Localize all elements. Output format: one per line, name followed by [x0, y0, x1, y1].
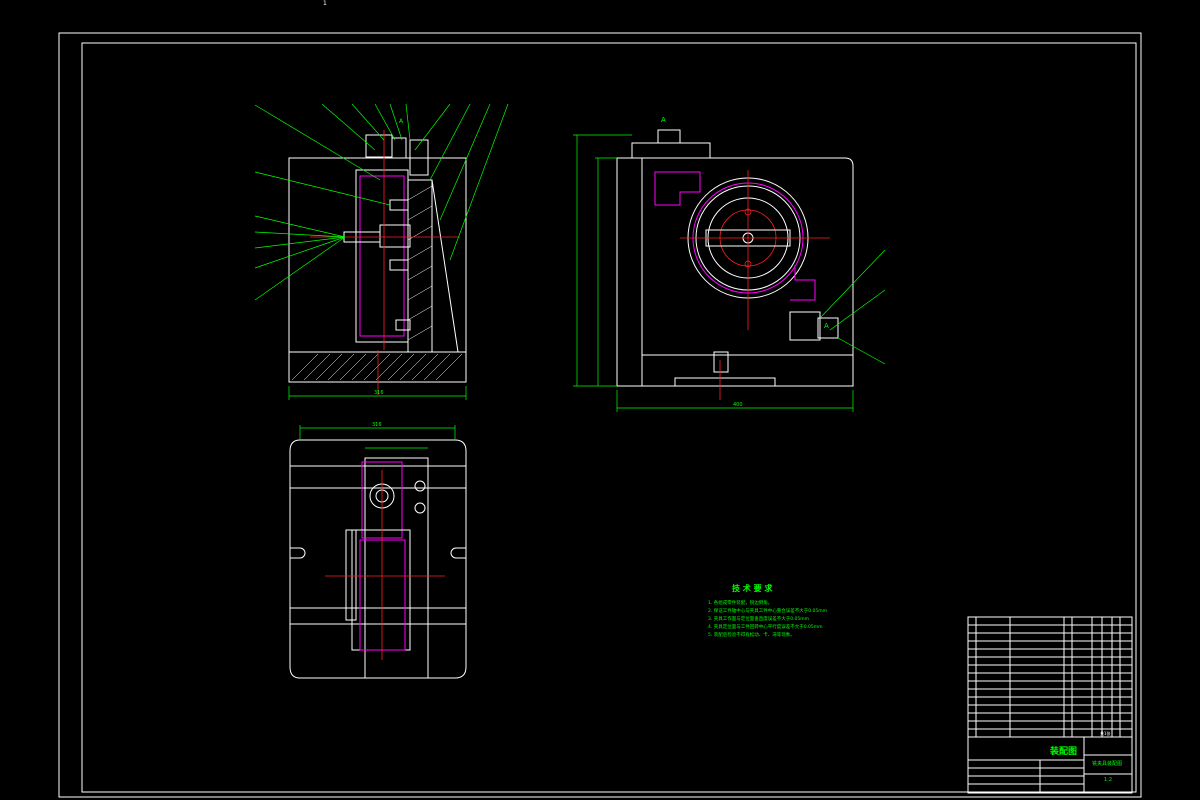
svg-text:316: 316 — [372, 422, 382, 428]
wall-hatch — [407, 185, 433, 341]
leader-lines — [254, 103, 509, 301]
svg-text:400: 400 — [733, 402, 743, 408]
sheet-label: 共1张 — [1100, 731, 1111, 736]
cad-drawing: 316 400 A A 316 — [58, 32, 1142, 798]
front-view-label: A — [399, 118, 404, 125]
tech-req-item: 3. 夹具工作面与定位面垂直度误差不大于0.05mm — [708, 617, 810, 622]
drawing-name: 装配图 — [1050, 747, 1078, 757]
company-name: 铣夹具装配图 — [1092, 761, 1123, 767]
top-view: 316 — [289, 422, 467, 679]
svg-text:A: A — [824, 322, 829, 330]
svg-text:316: 316 — [374, 390, 384, 396]
base-hatch — [291, 353, 463, 381]
front-section-view: 316 — [254, 103, 509, 400]
inner-frame — [81, 42, 1137, 793]
tech-req-item: 5. 装配后检验不得有松动、卡、滞等现象。 — [708, 633, 795, 638]
side-view: 400 A A — [573, 116, 886, 412]
tech-req-item: 2. 保证工件轴中心与夹具工件中心重合误差不大于0.05mm — [708, 609, 828, 614]
tech-req-item: 1. 各组成零件装配，锐边倒角。 — [708, 601, 773, 606]
tech-req-item: 4. 夹具定位面与工件回转中心平行度误差不大于0.05mm — [708, 625, 823, 630]
scale-label: 1:2 — [1104, 777, 1113, 783]
tech-requirements-title: 技 术 要 求 — [732, 584, 773, 593]
tech-requirements: 技 术 要 求 1. 各组成零件装配，锐边倒角。 2. 保证工件轴中心与夹具工件… — [708, 583, 948, 640]
outer-frame — [58, 32, 1142, 798]
side-view-label: A — [661, 116, 666, 124]
